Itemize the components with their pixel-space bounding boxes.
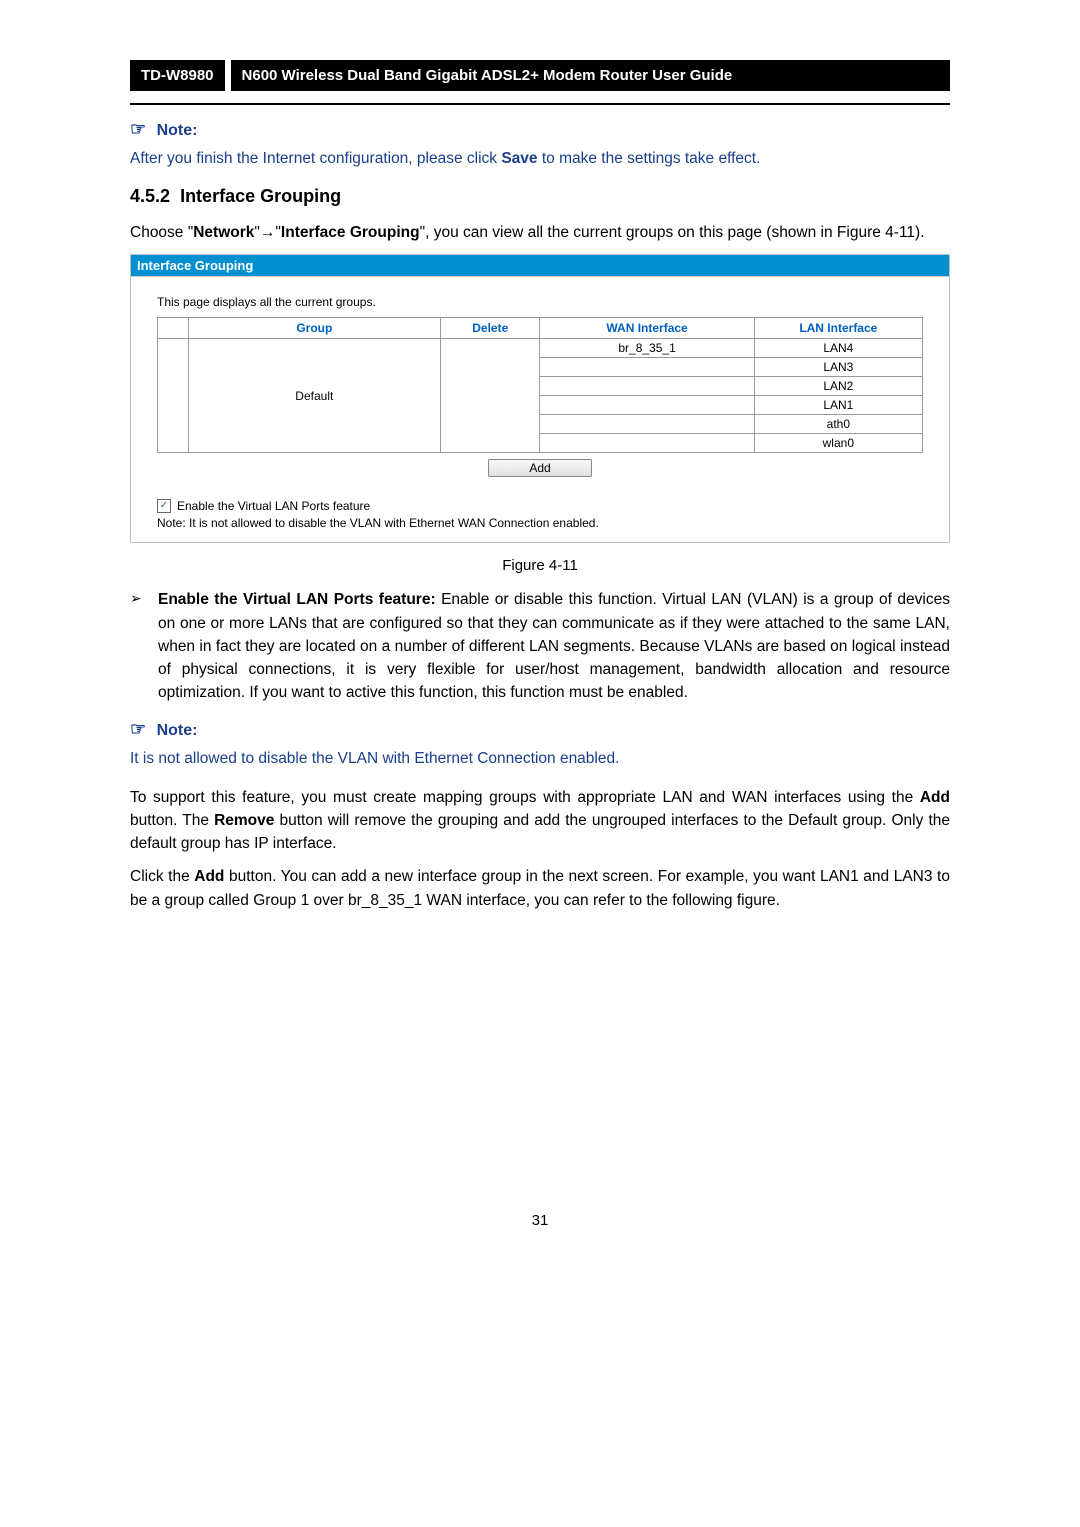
pointing-hand-icon: ☞ (130, 119, 146, 139)
vlan-note: Note: It is not allowed to disable the V… (157, 516, 923, 530)
wan-cell: br_8_35_1 (540, 339, 754, 358)
page-number: 31 (130, 1212, 950, 1259)
col-group-header: Group (188, 318, 440, 339)
note-label: ☞ Note: (130, 119, 950, 140)
doc-title: N600 Wireless Dual Band Gigabit ADSL2+ M… (231, 60, 950, 91)
add-button[interactable]: Add (488, 459, 591, 477)
doc-header: TD-W8980 N600 Wireless Dual Band Gigabit… (130, 60, 950, 91)
wan-cell (540, 358, 754, 377)
delete-cell (441, 339, 540, 453)
figure-caption: Figure 4-11 (130, 557, 950, 574)
lan-cell: LAN3 (754, 358, 922, 377)
col-lan-header: LAN Interface (754, 318, 922, 339)
section-heading: 4.5.2 Interface Grouping (130, 186, 950, 207)
col-wan-header: WAN Interface (540, 318, 754, 339)
lan-cell: LAN2 (754, 377, 922, 396)
lan-cell: wlan0 (754, 434, 922, 453)
lan-cell: LAN1 (754, 396, 922, 415)
wan-cell (540, 415, 754, 434)
col-delete-header: Delete (441, 318, 540, 339)
vlan-checkbox[interactable]: ✓ (157, 499, 171, 513)
note-text: It is not allowed to disable the VLAN wi… (130, 750, 950, 768)
panel-title: Interface Grouping (131, 255, 949, 276)
table-row: Default br_8_35_1 LAN4 (158, 339, 923, 358)
panel-description: This page displays all the current group… (157, 295, 923, 309)
bullet-item: ➢ Enable the Virtual LAN Ports feature: … (130, 588, 950, 704)
lan-cell: ath0 (754, 415, 922, 434)
doc-model: TD-W8980 (130, 60, 225, 91)
note-label: ☞ Note: (130, 719, 950, 740)
col-blank-header (158, 318, 189, 339)
vlan-label: Enable the Virtual LAN Ports feature (177, 499, 370, 513)
groups-table: Group Delete WAN Interface LAN Interface… (157, 317, 923, 453)
group-name-cell: Default (188, 339, 440, 453)
body-paragraph: To support this feature, you must create… (130, 786, 950, 856)
lan-cell: LAN4 (754, 339, 922, 358)
pointing-hand-icon: ☞ (130, 719, 146, 739)
wan-cell (540, 434, 754, 453)
wan-cell (540, 377, 754, 396)
wan-cell (540, 396, 754, 415)
intro-paragraph: Choose "Network"→"Interface Grouping", y… (130, 221, 950, 244)
body-paragraph: Click the Add button. You can add a new … (130, 865, 950, 912)
note-text: After you finish the Internet configurat… (130, 150, 950, 168)
bullet-marker-icon: ➢ (130, 588, 158, 704)
interface-grouping-panel: Interface Grouping This page displays al… (130, 254, 950, 543)
